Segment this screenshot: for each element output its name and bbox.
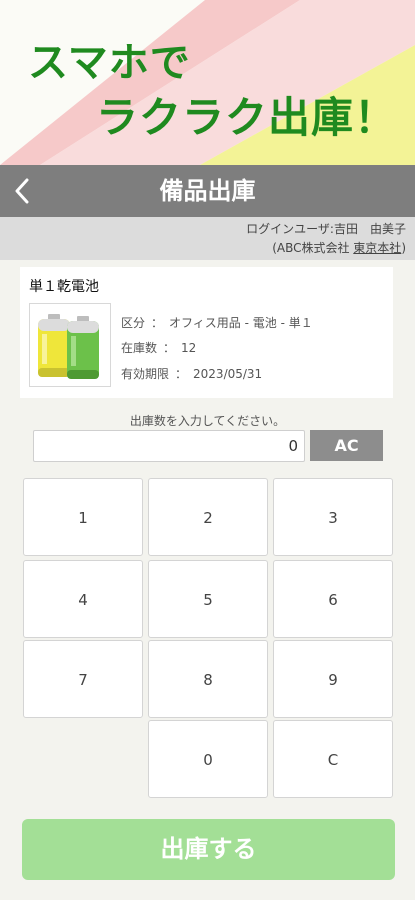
company-line: (ABC株式会社 東京本社): [272, 239, 406, 256]
quantity-prompt: 出庫数を入力してください。: [129, 414, 286, 428]
keypad-key-0[interactable]: 0: [148, 720, 268, 798]
login-user-line: ログインユーザ:吉田 由美子: [246, 220, 406, 237]
item-name: 単１乾電池: [29, 279, 99, 295]
promo-banner: スマホで ラクラク出庫！: [0, 0, 415, 165]
item-category-label: 区分: [121, 316, 146, 330]
item-category-value: オフィス用品 - 電池 - 単１: [169, 316, 313, 330]
item-category: 区分 ： オフィス用品 - 電池 - 単１: [121, 314, 313, 331]
keypad-key-6[interactable]: 6: [273, 560, 393, 638]
item-stock-label: 在庫数: [121, 341, 158, 355]
keypad-key-1[interactable]: 1: [23, 478, 143, 556]
company-name: (ABC株式会社: [272, 241, 354, 255]
page-title: 備品出庫: [159, 177, 256, 205]
item-expiry-value: 2023/05/31: [193, 367, 263, 381]
login-user-label: ログインユーザ:: [246, 222, 334, 236]
company-suffix: ): [401, 241, 406, 255]
item-stock: 在庫数 ： 12: [121, 339, 196, 356]
item-stock-separator: ：: [163, 341, 176, 355]
keypad-key-7[interactable]: 7: [23, 640, 143, 718]
item-expiry-label: 有効期限: [121, 367, 170, 381]
keypad-key-3[interactable]: 3: [273, 478, 393, 556]
item-category-separator: ：: [151, 316, 164, 330]
keypad-key-2[interactable]: 2: [148, 478, 268, 556]
item-expiry: 有効期限 ： 2023/05/31: [121, 365, 262, 382]
item-image: [29, 303, 111, 387]
keypad-key-9[interactable]: 9: [273, 640, 393, 718]
item-card: 単１乾電池 区分 ： オフィス用品 - 電池 - 単１ 在庫数 ： 12 有効期限 ： 20…: [20, 267, 393, 398]
login-user-name: 吉田 由美子: [333, 222, 406, 236]
keypad-key-5[interactable]: 5: [148, 560, 268, 638]
user-info-bar: ログインユーザ:吉田 由美子 (ABC株式会社 東京本社): [0, 217, 415, 260]
quantity-input[interactable]: 0: [33, 430, 305, 462]
dispatch-button[interactable]: 出庫する: [22, 819, 395, 880]
branch-link[interactable]: 東京本社: [353, 241, 401, 255]
banner-headline-1: スマホで: [28, 40, 191, 86]
keypad-key-4[interactable]: 4: [23, 560, 143, 638]
title-bar: 備品出庫: [0, 165, 415, 217]
battery-icon: [38, 314, 99, 379]
clear-all-button[interactable]: AC: [310, 430, 383, 461]
item-expiry-separator: ：: [175, 367, 188, 381]
banner-headline-2: ラクラク出庫！: [96, 93, 398, 142]
item-stock-value: 12: [181, 341, 197, 355]
keypad-key-8[interactable]: 8: [148, 640, 268, 718]
keypad-key-clear[interactable]: C: [273, 720, 393, 798]
